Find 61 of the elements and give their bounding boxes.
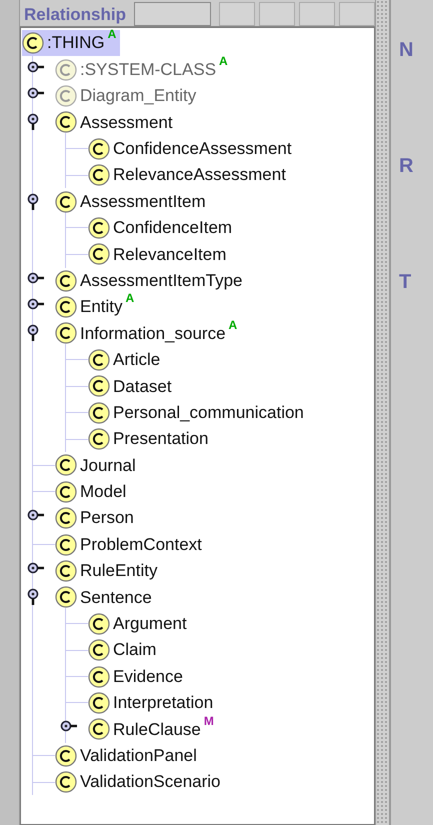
class-icon — [55, 744, 77, 767]
class-icon — [55, 771, 77, 794]
class-node[interactable]: RelevanceItem — [88, 242, 230, 268]
class-node[interactable]: Journal — [55, 452, 140, 478]
class-node[interactable]: AssessmentItemType — [55, 268, 247, 294]
field-label: N — [399, 40, 414, 60]
class-icon — [88, 428, 110, 450]
class-node[interactable]: Article — [88, 347, 164, 373]
class-node[interactable]: AssessmentItem — [55, 188, 210, 214]
class-icon — [88, 243, 110, 266]
class-icon — [55, 454, 77, 476]
class-icon — [88, 375, 110, 398]
class-node[interactable]: Evidence — [88, 664, 187, 690]
class-icon — [55, 84, 77, 107]
class-node[interactable]: Dataset — [88, 374, 176, 400]
class-node[interactable]: Diagram_Entity — [55, 83, 200, 109]
class-node[interactable]: ConfidenceItem — [88, 215, 236, 241]
class-node[interactable]: ValidationScenario — [55, 769, 224, 795]
class-icon — [88, 666, 110, 688]
class-icon — [88, 612, 110, 635]
class-node[interactable]: RuleEntity — [55, 558, 162, 584]
class-node[interactable]: Assessment — [55, 110, 177, 136]
class-icon — [88, 639, 110, 662]
class-icon — [55, 480, 77, 503]
field-label: R — [399, 156, 414, 176]
class-node[interactable]: ConfidenceAssessment — [88, 136, 296, 162]
annotation-letter: A — [126, 292, 134, 304]
class-icon — [88, 348, 110, 371]
class-icon — [88, 692, 110, 714]
class-icon — [55, 58, 77, 81]
class-icon — [55, 270, 77, 292]
field-label: T — [399, 272, 412, 292]
annotation-letter: A — [228, 318, 238, 331]
class-node[interactable]: Personal_communication — [88, 400, 308, 426]
class-icon — [55, 586, 77, 608]
class-icon — [55, 560, 77, 582]
class-node[interactable]: RelevanceAssessment — [88, 162, 290, 188]
class-node[interactable]: Person — [55, 505, 138, 531]
class-icon — [55, 534, 77, 556]
annotation-letter: M — [204, 714, 214, 727]
panel-title: Relationship — [23, 6, 128, 26]
class-icon — [55, 322, 77, 344]
class-node[interactable]: Interpretation — [88, 690, 218, 716]
class-node[interactable]: Sentence — [55, 584, 156, 610]
annotation-letter: A — [219, 54, 228, 67]
class-node[interactable]: Presentation — [88, 426, 212, 452]
class-icon — [88, 138, 110, 160]
class-node[interactable]: ProblemContext — [55, 532, 206, 558]
class-icon — [55, 296, 77, 318]
class-icon — [88, 718, 110, 740]
class-icon — [55, 190, 77, 213]
class-node[interactable]: Argument — [88, 611, 191, 637]
class-icon — [55, 507, 77, 530]
class-icon — [88, 216, 110, 239]
class-node[interactable]: Model — [55, 479, 130, 505]
annotation-letter: A — [108, 28, 116, 40]
class-icon — [88, 164, 110, 186]
class-icon — [88, 402, 110, 424]
class-node[interactable]: ValidationPanel — [55, 742, 201, 768]
class-node[interactable]: Claim — [88, 637, 160, 663]
class-icon — [55, 111, 77, 134]
